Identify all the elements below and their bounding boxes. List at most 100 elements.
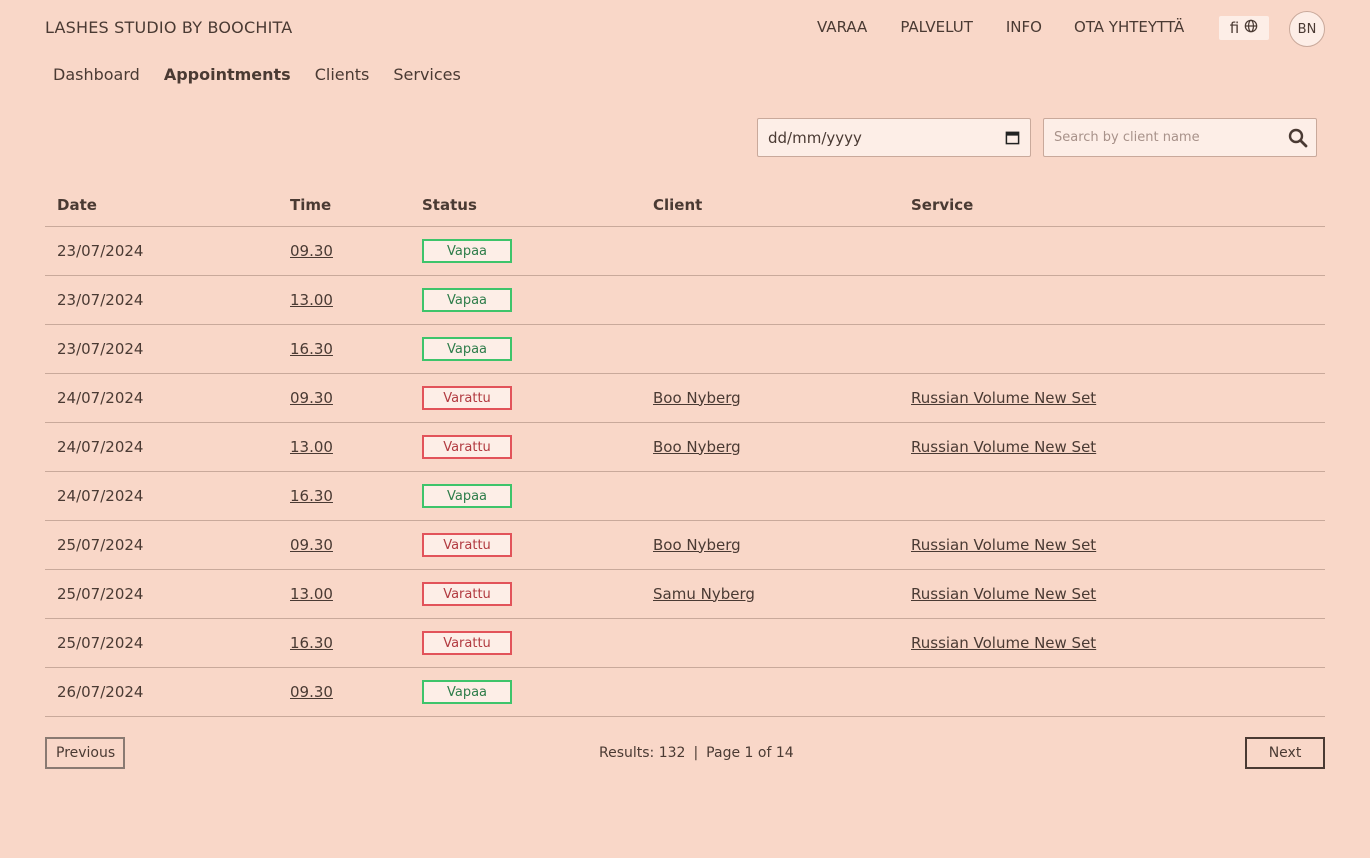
table-row: 24/07/2024 09.30 Varattu Boo Nyberg Russian … bbox=[45, 373, 1325, 423]
cell-time-text[interactable]: 16.30 bbox=[290, 634, 333, 652]
cell-service bbox=[899, 324, 1325, 374]
subnav-dashboard[interactable]: Dashboard bbox=[53, 65, 140, 84]
client-search-field[interactable] bbox=[1043, 118, 1317, 157]
subnav-clients[interactable]: Clients bbox=[315, 65, 370, 84]
cell-date-text: 24/07/2024 bbox=[57, 437, 144, 456]
cell-service-text[interactable]: Russian Volume New Set bbox=[911, 634, 1096, 652]
cell-date-text: 23/07/2024 bbox=[57, 241, 144, 260]
user-avatar[interactable]: BN bbox=[1289, 11, 1325, 47]
page-number: Page 1 of 14 bbox=[706, 745, 794, 761]
cell-time-text[interactable]: 09.30 bbox=[290, 242, 333, 260]
language-switcher[interactable]: fi bbox=[1219, 16, 1269, 40]
cell-service bbox=[899, 471, 1325, 521]
cell-date-text: 23/07/2024 bbox=[57, 339, 144, 358]
cell-service bbox=[899, 667, 1325, 717]
previous-button[interactable]: Previous bbox=[45, 737, 125, 769]
cell-status: Vapaa bbox=[410, 324, 641, 374]
top-bar: LASHES STUDIO BY BOOCHITA VARAA PALVELUT… bbox=[0, 0, 1370, 56]
date-filter-input[interactable]: dd/mm/yyyy bbox=[757, 118, 1031, 157]
cell-service-text[interactable]: Russian Volume New Set bbox=[911, 389, 1096, 407]
header-status[interactable]: Status bbox=[410, 184, 641, 227]
nav-services[interactable]: PALVELUT bbox=[900, 18, 973, 36]
cell-service: Russian Volume New Set bbox=[899, 618, 1325, 668]
status-badge: Varattu bbox=[422, 630, 512, 655]
cell-time: 09.30 bbox=[278, 520, 410, 570]
cell-service-text[interactable]: Russian Volume New Set bbox=[911, 438, 1096, 456]
cell-date: 23/07/2024 bbox=[45, 324, 278, 374]
cell-service bbox=[899, 226, 1325, 276]
search-input[interactable] bbox=[1052, 129, 1272, 146]
table-row: 23/07/2024 13.00 Vapaa bbox=[45, 275, 1325, 325]
cell-date: 25/07/2024 bbox=[45, 520, 278, 570]
cell-client bbox=[641, 618, 899, 668]
cell-time-text[interactable]: 09.30 bbox=[290, 389, 333, 407]
cell-client-text[interactable]: Samu Nyberg bbox=[653, 585, 755, 603]
cell-client-text[interactable]: Boo Nyberg bbox=[653, 389, 741, 407]
nav-contact[interactable]: OTA YHTEYTTÄ bbox=[1074, 18, 1184, 36]
cell-client: Boo Nyberg bbox=[641, 520, 899, 570]
cell-client-text[interactable]: Boo Nyberg bbox=[653, 438, 741, 456]
table-row: 23/07/2024 16.30 Vapaa bbox=[45, 324, 1325, 374]
cell-time: 09.30 bbox=[278, 226, 410, 276]
header-client[interactable]: Client bbox=[641, 184, 899, 227]
cell-date: 26/07/2024 bbox=[45, 667, 278, 717]
status-badge: Varattu bbox=[422, 581, 512, 606]
cell-date: 25/07/2024 bbox=[45, 618, 278, 668]
header-date[interactable]: Date bbox=[45, 184, 278, 227]
header-service[interactable]: Service bbox=[899, 184, 1325, 227]
cell-service-text[interactable]: Russian Volume New Set bbox=[911, 585, 1096, 603]
status-badge: Varattu bbox=[422, 532, 512, 557]
status-badge: Varattu bbox=[422, 385, 512, 410]
cell-client: Boo Nyberg bbox=[641, 373, 899, 423]
calendar-icon[interactable] bbox=[1005, 130, 1020, 145]
table-row: 25/07/2024 16.30 Varattu Russian Volume New… bbox=[45, 618, 1325, 668]
cell-time-text[interactable]: 16.30 bbox=[290, 487, 333, 505]
cell-time-text[interactable]: 13.00 bbox=[290, 438, 333, 456]
language-label: fi bbox=[1229, 19, 1240, 37]
table-row: 23/07/2024 09.30 Vapaa bbox=[45, 226, 1325, 276]
cell-time-text[interactable]: 13.00 bbox=[290, 585, 333, 603]
cell-status: Varattu bbox=[410, 520, 641, 570]
header-time[interactable]: Time bbox=[278, 184, 410, 227]
table-header-row: Date Time Status Client Service bbox=[45, 184, 1325, 227]
cell-status: Vapaa bbox=[410, 275, 641, 325]
nav-book[interactable]: VARAA bbox=[817, 18, 867, 36]
cell-service bbox=[899, 275, 1325, 325]
cell-service-text[interactable]: Russian Volume New Set bbox=[911, 536, 1096, 554]
cell-service: Russian Volume New Set bbox=[899, 373, 1325, 423]
table-row: 26/07/2024 09.30 Vapaa bbox=[45, 667, 1325, 717]
cell-time-text[interactable]: 09.30 bbox=[290, 536, 333, 554]
table-row: 24/07/2024 13.00 Varattu Boo Nyberg Russian … bbox=[45, 422, 1325, 472]
nav-info[interactable]: INFO bbox=[1006, 18, 1042, 36]
cell-client bbox=[641, 275, 899, 325]
cell-date: 23/07/2024 bbox=[45, 226, 278, 276]
cell-status: Varattu bbox=[410, 373, 641, 423]
status-badge: Vapaa bbox=[422, 287, 512, 312]
cell-date-text: 25/07/2024 bbox=[57, 535, 144, 554]
cell-status: Varattu bbox=[410, 422, 641, 472]
subnav-appointments[interactable]: Appointments bbox=[164, 65, 291, 84]
subnav-services[interactable]: Services bbox=[393, 65, 460, 84]
cell-client-text[interactable]: Boo Nyberg bbox=[653, 536, 741, 554]
cell-service: Russian Volume New Set bbox=[899, 520, 1325, 570]
cell-date-text: 24/07/2024 bbox=[57, 486, 144, 505]
search-icon[interactable] bbox=[1288, 128, 1308, 148]
table-row: 25/07/2024 09.30 Varattu Boo Nyberg Russian … bbox=[45, 520, 1325, 570]
cell-time: 16.30 bbox=[278, 471, 410, 521]
cell-client bbox=[641, 471, 899, 521]
top-nav: VARAA PALVELUT INFO OTA YHTEYTTÄ bbox=[817, 18, 1184, 36]
cell-time-text[interactable]: 09.30 bbox=[290, 683, 333, 701]
cell-date-text: 26/07/2024 bbox=[57, 682, 144, 701]
cell-time-text[interactable]: 16.30 bbox=[290, 340, 333, 358]
cell-time: 09.30 bbox=[278, 373, 410, 423]
status-badge: Varattu bbox=[422, 434, 512, 459]
cell-status: Vapaa bbox=[410, 667, 641, 717]
cell-date: 24/07/2024 bbox=[45, 373, 278, 423]
brand-logo[interactable]: LASHES STUDIO BY BOOCHITA bbox=[45, 18, 292, 37]
appointments-table: Date Time Status Client Service 23/07/20… bbox=[45, 184, 1325, 717]
cell-time: 13.00 bbox=[278, 422, 410, 472]
next-button[interactable]: Next bbox=[1245, 737, 1325, 769]
admin-subnav: Dashboard Appointments Clients Services bbox=[53, 65, 461, 84]
cell-status: Varattu bbox=[410, 618, 641, 668]
cell-time-text[interactable]: 13.00 bbox=[290, 291, 333, 309]
